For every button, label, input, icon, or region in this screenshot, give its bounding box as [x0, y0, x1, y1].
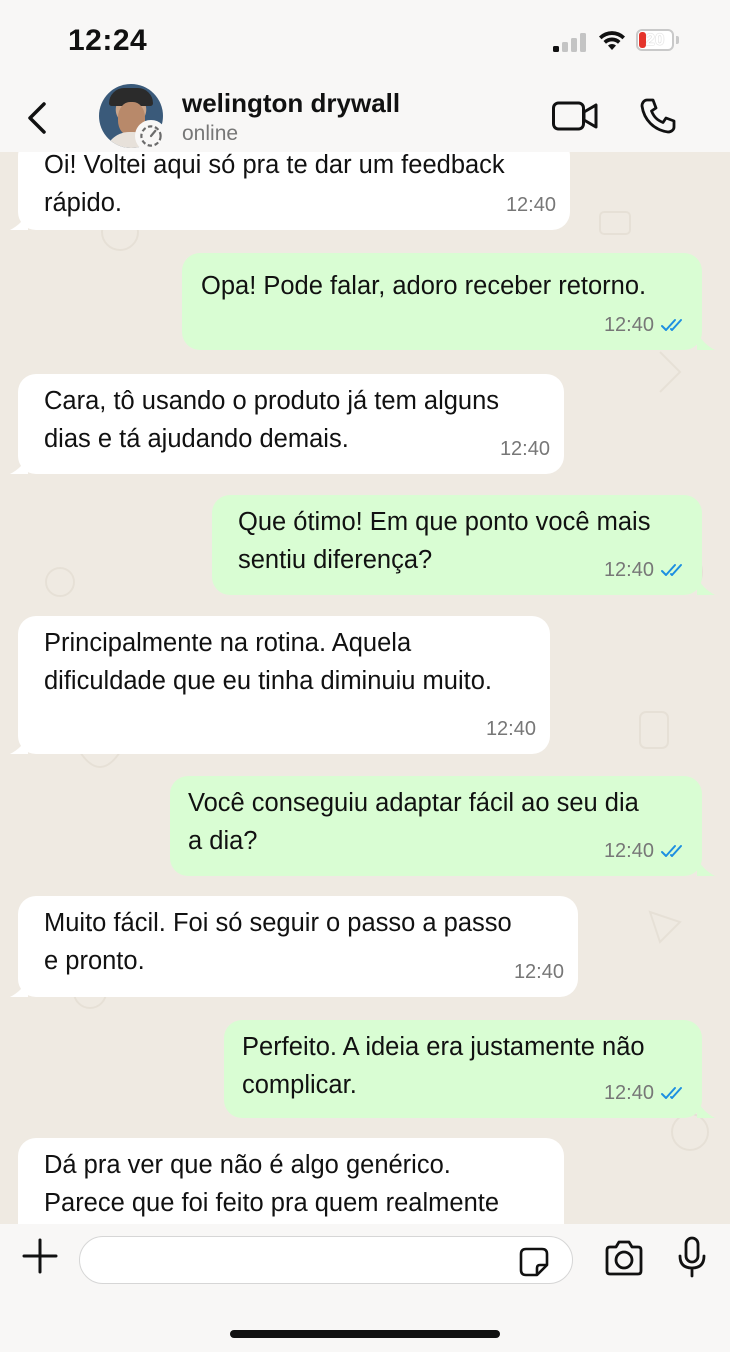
read-ticks-icon: [661, 319, 682, 331]
signal-icon: [553, 32, 589, 52]
read-ticks-icon: [661, 1087, 682, 1099]
sticker-icon[interactable]: [518, 1246, 550, 1278]
message-incoming-5[interactable]: Dá pra ver que não é algo genérico. Pare…: [18, 1138, 564, 1224]
message-text: Cara, tô usando o produto já tem alguns …: [44, 387, 500, 453]
video-camera-icon[interactable]: [551, 100, 599, 132]
message-time: 12:40: [603, 559, 654, 581]
status-time: 12:24: [68, 24, 148, 57]
contact-status: online: [182, 122, 239, 145]
message-incoming-4[interactable]: Muito fácil. Foi só seguir o passo a pas…: [18, 896, 578, 997]
message-outgoing-2[interactable]: Que ótimo! Em que ponto você mais sentiu…: [212, 495, 702, 595]
message-meta: 12:40: [486, 710, 536, 748]
message-text: Muito fácil. Foi só seguir o passo a pas…: [44, 909, 512, 975]
message-text: Opa! Pode falar, adoro receber retorno.: [201, 272, 647, 300]
message-time: 12:40: [505, 194, 556, 216]
battery-icon: 20: [636, 29, 674, 51]
message-incoming-1[interactable]: Oi! Voltei aqui só pra te dar um feedbac…: [18, 152, 570, 230]
message-incoming-2[interactable]: Cara, tô usando o produto já tem alguns …: [18, 374, 564, 474]
chat-header: welington drywall online: [0, 78, 730, 152]
bubble-tail: [10, 736, 28, 754]
status-bar: 12:24 20: [0, 0, 730, 78]
message-meta: 12:40: [506, 186, 556, 224]
battery-nub: [676, 36, 679, 44]
battery-level: 20: [645, 30, 665, 49]
home-indicator[interactable]: [230, 1330, 500, 1338]
bubble-tail: [697, 1100, 715, 1118]
bubble-tail: [10, 456, 28, 474]
read-ticks-icon: [661, 845, 682, 857]
message-time: 12:40: [513, 961, 564, 983]
message-meta: 12:40: [604, 832, 688, 870]
back-arrow-icon[interactable]: [22, 98, 52, 138]
message-text: Principalmente na rotina. Aquela dificul…: [44, 629, 492, 695]
message-input[interactable]: [79, 1236, 573, 1284]
chat-area[interactable]: Oi! Voltei aqui só pra te dar um feedbac…: [0, 152, 730, 1224]
message-meta: 12:40: [604, 1074, 688, 1112]
bubble-tail: [10, 979, 28, 997]
camera-icon[interactable]: [603, 1240, 645, 1276]
message-outgoing-3[interactable]: Você conseguiu adaptar fácil ao seu dia …: [170, 776, 702, 876]
wifi-icon: [599, 31, 625, 50]
bubble-tail: [10, 212, 28, 230]
message-meta: 12:40: [500, 430, 550, 468]
plus-icon[interactable]: [22, 1238, 58, 1274]
message-time: 12:40: [485, 718, 536, 740]
bubble-tail: [697, 577, 715, 595]
message-time: 12:40: [603, 840, 654, 862]
message-outgoing-4[interactable]: Perfeito. A ideia era justamente não com…: [224, 1020, 702, 1118]
message-text: Dá pra ver que não é algo genérico. Pare…: [44, 1151, 500, 1217]
message-time: 12:40: [499, 438, 550, 460]
bubble-tail: [697, 858, 715, 876]
phone-icon[interactable]: [638, 96, 678, 136]
microphone-icon[interactable]: [676, 1236, 708, 1278]
message-meta: 12:40: [604, 551, 688, 589]
read-ticks-icon: [661, 564, 682, 576]
message-time: 12:40: [603, 1082, 654, 1104]
message-time: 12:40: [603, 314, 654, 336]
message-meta: 12:40: [514, 953, 564, 991]
message-incoming-3[interactable]: Principalmente na rotina. Aquela dificul…: [18, 616, 550, 754]
bubble-tail: [697, 332, 715, 350]
status-ring-icon[interactable]: [135, 120, 167, 152]
message-outgoing-1[interactable]: Opa! Pode falar, adoro receber retorno. …: [182, 253, 702, 350]
contact-name[interactable]: welington drywall: [182, 88, 400, 119]
message-text: Oi! Voltei aqui só pra te dar um feedbac…: [44, 152, 505, 217]
message-meta: 12:40: [604, 306, 688, 344]
